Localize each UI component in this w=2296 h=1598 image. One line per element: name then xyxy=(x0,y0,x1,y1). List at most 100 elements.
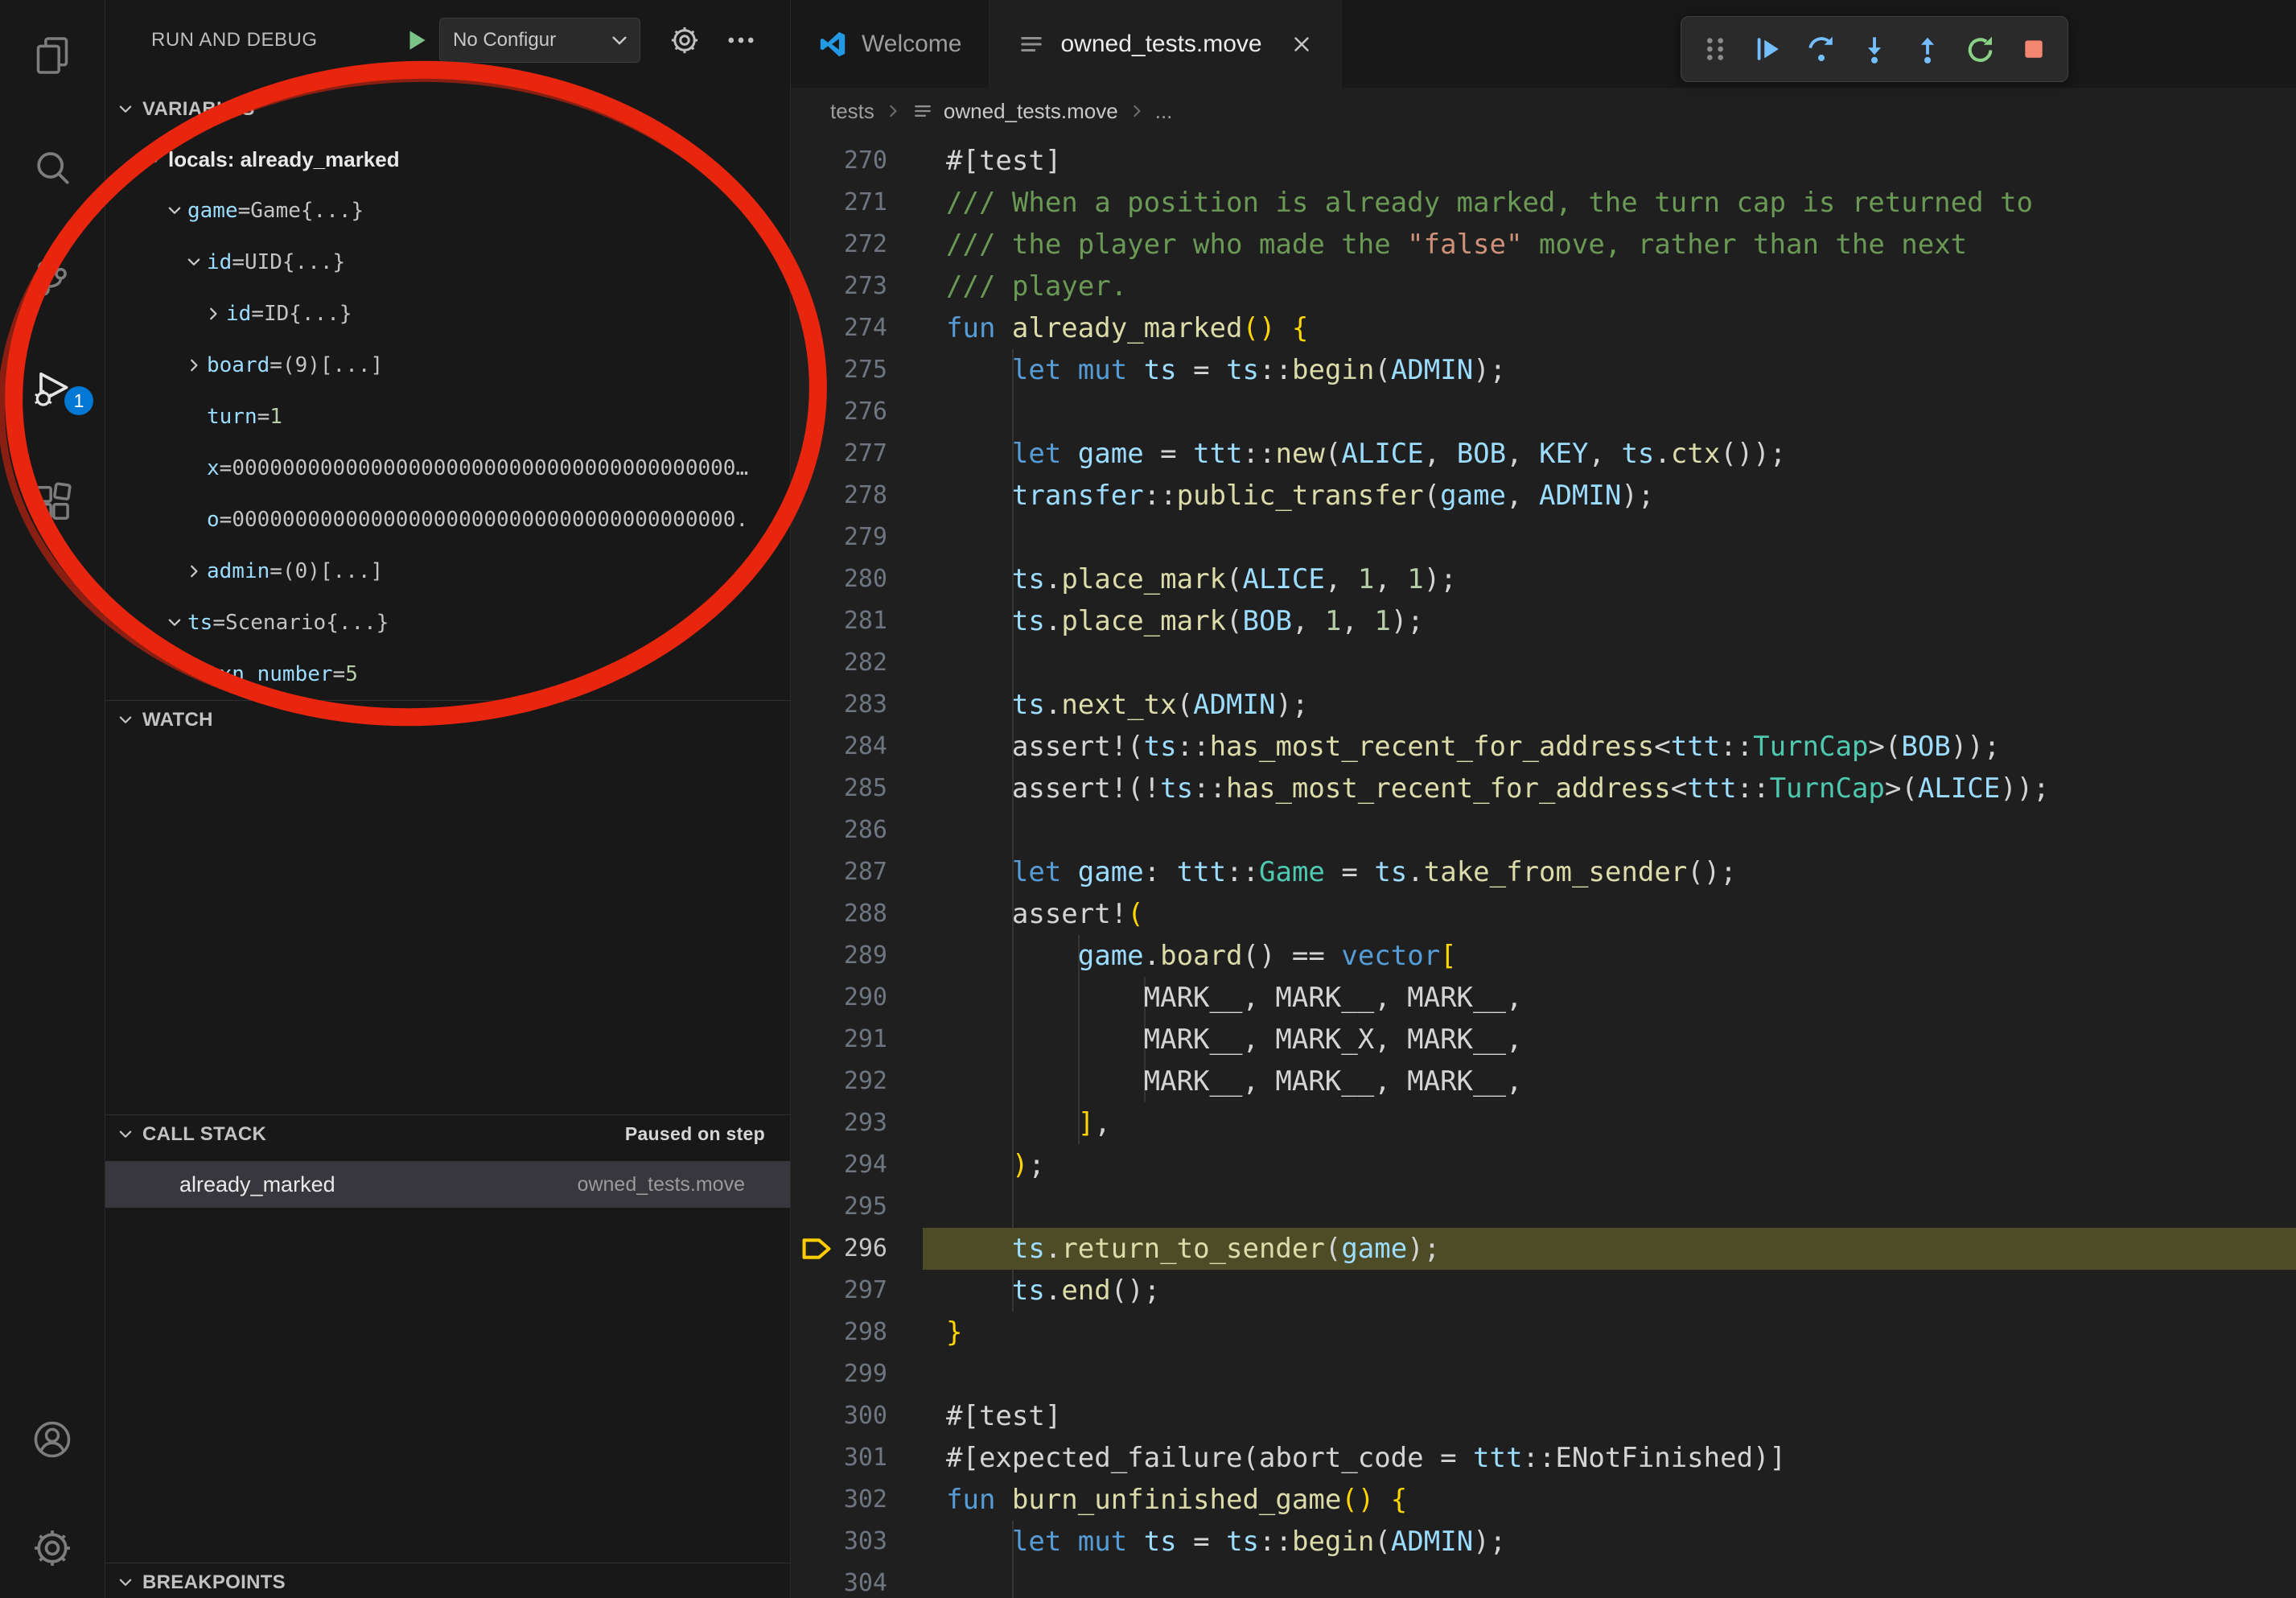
search-button[interactable] xyxy=(0,139,105,197)
tab-owned-tests-move[interactable]: owned_tests.move xyxy=(990,0,1341,88)
breakpoint-gutter[interactable] xyxy=(791,224,841,266)
variable-row[interactable]: id = UID{...} xyxy=(105,237,790,288)
code-line-272[interactable]: 272/// the player who made the "false" m… xyxy=(791,224,2296,266)
stop-button[interactable] xyxy=(2011,27,2056,72)
code-line-288[interactable]: 288 assert!( xyxy=(791,893,2296,935)
code-line-284[interactable]: 284 assert!(ts::has_most_recent_for_addr… xyxy=(791,726,2296,768)
breakpoint-gutter[interactable] xyxy=(791,893,841,935)
code-line-278[interactable]: 278 transfer::public_transfer(game, ADMI… xyxy=(791,475,2296,517)
step-out-button[interactable] xyxy=(1905,27,1950,72)
call-stack-section-header[interactable]: CALL STACK Paused on step xyxy=(105,1114,790,1153)
continue-button[interactable] xyxy=(1746,27,1791,72)
run-and-debug-button[interactable]: 1 xyxy=(0,359,105,417)
breadcrumb-symbol[interactable]: ... xyxy=(1155,99,1173,124)
variable-row[interactable]: turn = 1 xyxy=(105,391,790,443)
code-line-300[interactable]: 300#[test] xyxy=(791,1395,2296,1437)
breadcrumb-folder[interactable]: tests xyxy=(830,99,874,124)
code-line-289[interactable]: 289 game.board() == vector[ xyxy=(791,935,2296,977)
breakpoint-gutter[interactable] xyxy=(791,1019,841,1061)
code-line-274[interactable]: 274fun already_marked() { xyxy=(791,307,2296,349)
breakpoint-gutter[interactable] xyxy=(791,935,841,977)
code-line-301[interactable]: 301#[expected_failure(abort_code = ttt::… xyxy=(791,1437,2296,1479)
code-line-296[interactable]: 296 ts.return_to_sender(game); xyxy=(791,1228,2296,1270)
drag-handle[interactable] xyxy=(1693,27,1738,72)
breakpoint-gutter[interactable] xyxy=(791,1437,841,1479)
close-icon[interactable] xyxy=(1290,32,1314,56)
scope-row[interactable]: locals: already_marked xyxy=(105,134,790,185)
call-stack-frame[interactable]: already_marked owned_tests.move xyxy=(105,1161,790,1208)
variable-row[interactable]: o = 000000000000000000000000000000000000… xyxy=(105,494,790,546)
watch-section-header[interactable]: WATCH xyxy=(105,700,790,739)
breakpoint-gutter[interactable] xyxy=(791,1228,841,1270)
variable-row[interactable]: x = 000000000000000000000000000000000000… xyxy=(105,443,790,494)
tab-welcome[interactable]: Welcome xyxy=(791,0,990,88)
code-line-285[interactable]: 285 assert!(!ts::has_most_recent_for_add… xyxy=(791,768,2296,809)
code-line-292[interactable]: 292 MARK__, MARK__, MARK__, xyxy=(791,1061,2296,1102)
code-line-277[interactable]: 277 let game = ttt::new(ALICE, BOB, KEY,… xyxy=(791,433,2296,475)
breakpoint-gutter[interactable] xyxy=(791,1102,841,1144)
breadcrumb-file[interactable]: owned_tests.move xyxy=(944,99,1118,124)
explorer-button[interactable] xyxy=(0,27,105,84)
settings-button[interactable] xyxy=(0,1519,105,1577)
code-line-276[interactable]: 276 xyxy=(791,391,2296,433)
variable-row[interactable]: board = (9)[...] xyxy=(105,340,790,391)
breakpoint-gutter[interactable] xyxy=(791,600,841,642)
breakpoint-gutter[interactable] xyxy=(791,1395,841,1437)
code-line-286[interactable]: 286 xyxy=(791,809,2296,851)
account-button[interactable] xyxy=(0,1411,105,1468)
code-line-280[interactable]: 280 ts.place_mark(ALICE, 1, 1); xyxy=(791,558,2296,600)
breakpoint-gutter[interactable] xyxy=(791,266,841,307)
variable-row[interactable]: txn_number = 5 xyxy=(105,649,790,700)
breakpoint-gutter[interactable] xyxy=(791,726,841,768)
code-line-290[interactable]: 290 MARK__, MARK__, MARK__, xyxy=(791,977,2296,1019)
code-line-297[interactable]: 297 ts.end(); xyxy=(791,1270,2296,1312)
breakpoint-gutter[interactable] xyxy=(791,768,841,809)
breakpoint-gutter[interactable] xyxy=(791,475,841,517)
variable-row[interactable]: ts = Scenario{...} xyxy=(105,597,790,649)
restart-button[interactable] xyxy=(1958,27,2003,72)
breakpoints-section-header[interactable]: BREAKPOINTS xyxy=(105,1563,790,1598)
code-line-299[interactable]: 299 xyxy=(791,1353,2296,1395)
breakpoint-gutter[interactable] xyxy=(791,1353,841,1395)
code-line-304[interactable]: 304 xyxy=(791,1563,2296,1598)
code-line-295[interactable]: 295 xyxy=(791,1186,2296,1228)
breakpoint-gutter[interactable] xyxy=(791,433,841,475)
extensions-button[interactable] xyxy=(0,473,105,531)
code-line-270[interactable]: 270#[test] xyxy=(791,140,2296,182)
code-line-291[interactable]: 291 MARK__, MARK_X, MARK__, xyxy=(791,1019,2296,1061)
code-line-273[interactable]: 273/// player. xyxy=(791,266,2296,307)
breakpoint-gutter[interactable] xyxy=(791,851,841,893)
breakpoint-gutter[interactable] xyxy=(791,307,841,349)
code-line-279[interactable]: 279 xyxy=(791,517,2296,558)
code-line-294[interactable]: 294 ); xyxy=(791,1144,2296,1186)
breakpoint-gutter[interactable] xyxy=(791,1144,841,1186)
source-control-button[interactable] xyxy=(0,249,105,307)
start-debugging-button[interactable] xyxy=(399,23,434,58)
breakpoint-gutter[interactable] xyxy=(791,684,841,726)
breakpoint-gutter[interactable] xyxy=(791,558,841,600)
debug-config-dropdown[interactable]: No Configur xyxy=(439,18,640,63)
breakpoint-gutter[interactable] xyxy=(791,1563,841,1598)
breakpoint-gutter[interactable] xyxy=(791,349,841,391)
breakpoint-gutter[interactable] xyxy=(791,140,841,182)
breakpoint-gutter[interactable] xyxy=(791,391,841,433)
variables-section-header[interactable]: VARIABLES xyxy=(105,90,790,129)
breakpoint-gutter[interactable] xyxy=(791,182,841,224)
breakpoint-gutter[interactable] xyxy=(791,1521,841,1563)
breakpoint-gutter[interactable] xyxy=(791,977,841,1019)
code-line-271[interactable]: 271/// When a position is already marked… xyxy=(791,182,2296,224)
gear-icon[interactable] xyxy=(668,23,702,57)
code-line-281[interactable]: 281 ts.place_mark(BOB, 1, 1); xyxy=(791,600,2296,642)
breakpoint-gutter[interactable] xyxy=(791,1312,841,1353)
step-into-button[interactable] xyxy=(1852,27,1897,72)
breakpoint-gutter[interactable] xyxy=(791,1270,841,1312)
more-actions-icon[interactable] xyxy=(724,23,758,57)
code-line-282[interactable]: 282 xyxy=(791,642,2296,684)
variable-row[interactable]: id = ID{...} xyxy=(105,288,790,340)
code-line-275[interactable]: 275 let mut ts = ts::begin(ADMIN); xyxy=(791,349,2296,391)
code-line-298[interactable]: 298} xyxy=(791,1312,2296,1353)
breakpoint-gutter[interactable] xyxy=(791,1061,841,1102)
breakpoint-gutter[interactable] xyxy=(791,1186,841,1228)
code-line-283[interactable]: 283 ts.next_tx(ADMIN); xyxy=(791,684,2296,726)
breakpoint-gutter[interactable] xyxy=(791,642,841,684)
